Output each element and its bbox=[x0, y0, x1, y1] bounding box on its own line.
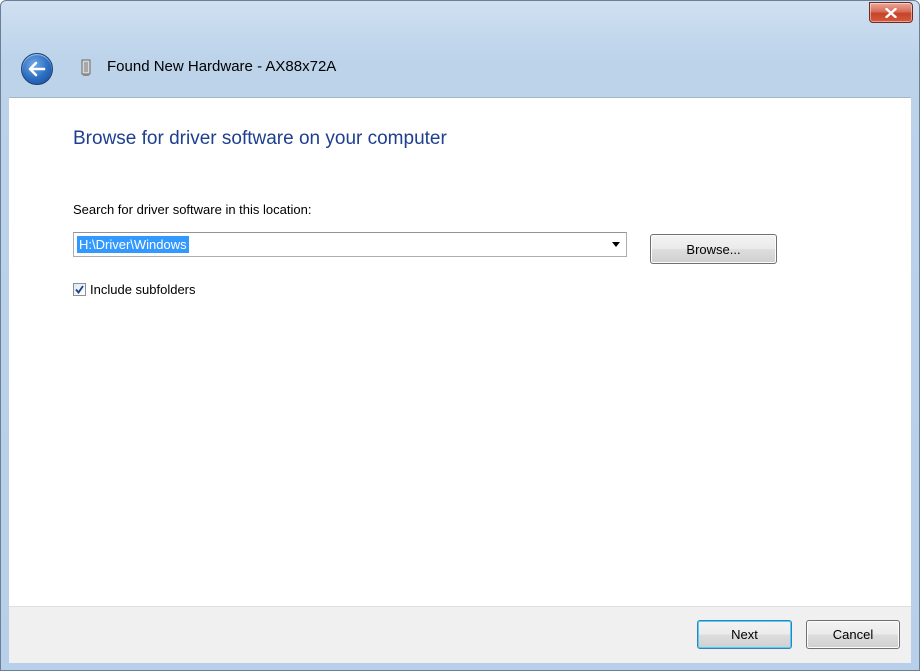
close-button[interactable] bbox=[869, 2, 913, 23]
include-subfolders-label: Include subfolders bbox=[90, 281, 196, 297]
include-subfolders-option[interactable]: Include subfolders bbox=[73, 280, 196, 298]
browse-button[interactable]: Browse... bbox=[650, 234, 777, 264]
wizard-footer: Next Cancel bbox=[9, 606, 911, 663]
dialog-window: Found New Hardware - AX88x72A Browse for… bbox=[0, 0, 920, 671]
title-bar[interactable] bbox=[1, 1, 919, 36]
cancel-button[interactable]: Cancel bbox=[806, 620, 900, 649]
wizard-content: Browse for driver software on your compu… bbox=[9, 97, 911, 606]
search-location-label: Search for driver software in this locat… bbox=[73, 202, 312, 217]
chevron-down-icon[interactable] bbox=[612, 242, 620, 247]
hardware-device-icon bbox=[81, 59, 91, 76]
checkmark-icon bbox=[75, 284, 84, 294]
location-combobox[interactable]: H:\Driver\Windows bbox=[73, 232, 627, 257]
location-input-value[interactable]: H:\Driver\Windows bbox=[77, 236, 189, 253]
nav-header: Found New Hardware - AX88x72A bbox=[1, 39, 919, 97]
include-subfolders-checkbox[interactable] bbox=[73, 282, 86, 296]
close-icon bbox=[885, 7, 897, 18]
back-button[interactable] bbox=[21, 53, 53, 85]
window-title: Found New Hardware - AX88x72A bbox=[107, 58, 337, 75]
back-arrow-icon bbox=[28, 61, 46, 77]
next-button[interactable]: Next bbox=[697, 620, 792, 649]
page-heading: Browse for driver software on your compu… bbox=[73, 128, 447, 149]
